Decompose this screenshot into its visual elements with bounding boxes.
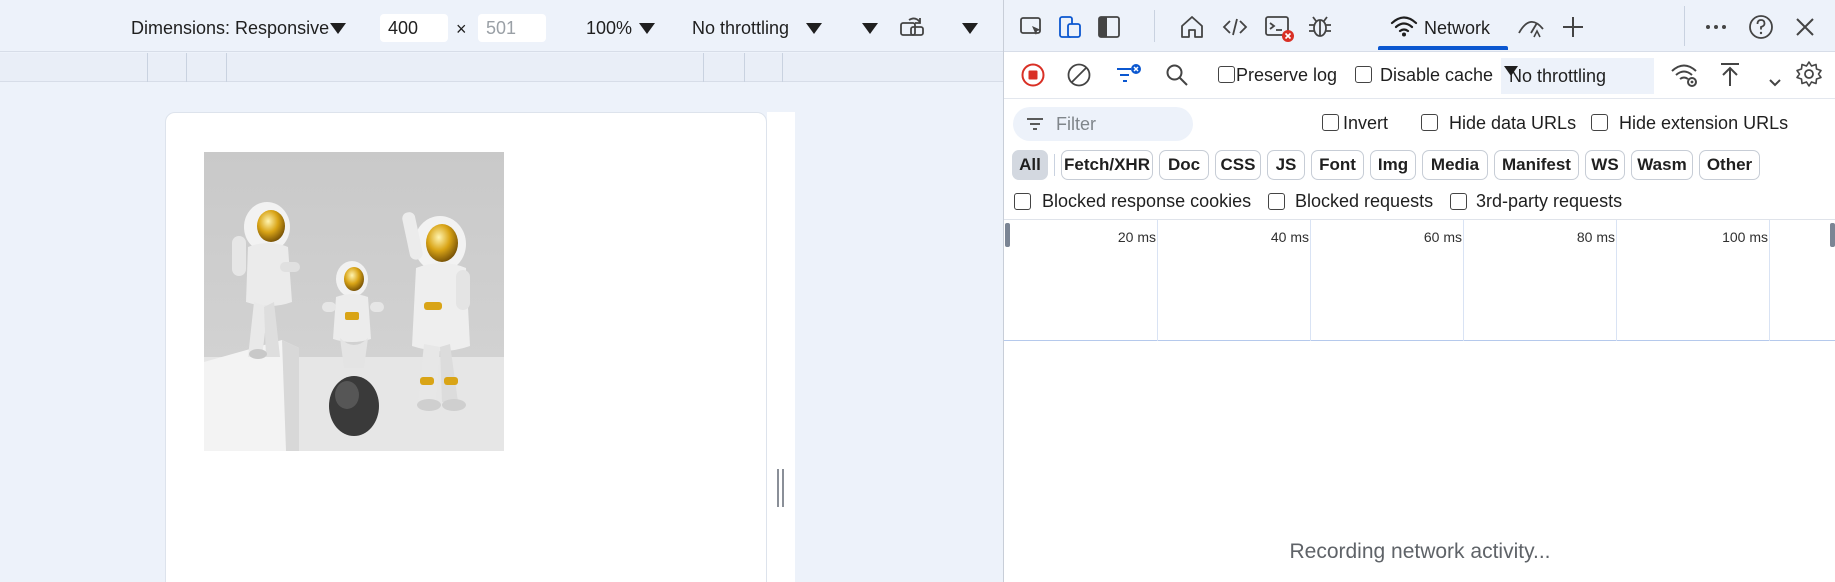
network-wifi-icon: [1390, 14, 1418, 38]
sources-icon[interactable]: [1306, 13, 1334, 41]
network-overview-timeline[interactable]: 20 ms 40 ms 60 ms 80 ms 100 ms: [1004, 219, 1835, 341]
device-toolbar: Dimensions: Responsive 400 × 501 100% No…: [0, 0, 1003, 52]
dimensions-dropdown[interactable]: Dimensions: Responsive: [131, 18, 329, 38]
filter-chip-other[interactable]: Other: [1699, 150, 1760, 180]
filter-chip-js[interactable]: JS: [1267, 150, 1305, 180]
filter-icon: [1026, 117, 1044, 131]
record-icon[interactable]: [1021, 63, 1045, 87]
dock-icon[interactable]: [1095, 13, 1123, 41]
disable-cache-checkbox[interactable]: [1355, 66, 1372, 83]
active-tab-indicator: [1378, 46, 1508, 50]
zoom-label: 100%: [586, 18, 633, 38]
filter-toggle-icon[interactable]: [1115, 63, 1143, 87]
filter-input[interactable]: Filter: [1013, 107, 1193, 141]
height-value: 501: [486, 18, 517, 38]
filter-placeholder: Filter: [1056, 114, 1096, 134]
preserve-log-checkbox[interactable]: [1218, 66, 1235, 83]
home-icon[interactable]: [1178, 13, 1206, 41]
settings-icon[interactable]: [1795, 60, 1823, 88]
timeline-tick-label: 80 ms: [1576, 229, 1615, 245]
filter-chip-css[interactable]: CSS: [1215, 150, 1261, 180]
help-icon[interactable]: [1747, 13, 1775, 41]
zoom-chevron-icon[interactable]: [639, 23, 655, 34]
inspect-icon[interactable]: [1018, 13, 1046, 41]
invert-checkbox[interactable]: [1322, 114, 1339, 131]
network-toolbar: Preserve log Disable cache No throttling: [1004, 53, 1835, 99]
timeline-tick-label: 40 ms: [1270, 229, 1309, 245]
filter-chip-doc[interactable]: Doc: [1159, 150, 1209, 180]
device-throttling-label: No throttling: [692, 18, 790, 38]
tab-network[interactable]: Network: [1378, 0, 1508, 52]
network-throttling-select[interactable]: No throttling: [1501, 58, 1654, 94]
times-symbol: ×: [456, 19, 467, 39]
preserve-log-label: Preserve log: [1236, 65, 1338, 85]
timeline-right-grip[interactable]: [1830, 223, 1835, 247]
rotate-icon[interactable]: [899, 16, 927, 38]
invert-label: Invert: [1343, 113, 1389, 133]
devtools-panel: Network Preserve log Disable cache No th…: [1003, 0, 1835, 582]
astronaut-figurines-image: [204, 152, 504, 451]
dimensions-chevron-icon[interactable]: [330, 23, 346, 34]
filter-chip-all[interactable]: All: [1012, 150, 1048, 180]
filter-chip-manifest[interactable]: Manifest: [1494, 150, 1579, 180]
more-options-chevron-icon[interactable]: [862, 23, 878, 34]
blocked-response-cookies-checkbox[interactable]: [1014, 193, 1031, 210]
hide-data-urls-label: Hide data URLs: [1449, 113, 1577, 133]
blocked-requests-label: Blocked requests: [1295, 191, 1434, 211]
network-throttling-label: No throttling: [1509, 66, 1607, 86]
filter-chip-fetch-xhr[interactable]: Fetch/XHR: [1061, 150, 1153, 180]
height-input[interactable]: 501: [478, 14, 546, 42]
recording-status-message: Recording network activity...: [1289, 540, 1551, 563]
import-icon[interactable]: [1718, 61, 1742, 89]
more-icon[interactable]: [1702, 13, 1730, 41]
disable-cache-label: Disable cache: [1380, 65, 1494, 85]
device-throttling-dropdown[interactable]: No throttling: [692, 18, 789, 38]
timeline-tick-label: 60 ms: [1423, 229, 1462, 245]
zoom-dropdown[interactable]: 100%: [586, 18, 632, 38]
resize-handle-icon[interactable]: [776, 469, 786, 507]
blocked-requests-checkbox[interactable]: [1268, 193, 1285, 210]
filter-chip-ws[interactable]: WS: [1585, 150, 1625, 180]
filter-chip-wasm[interactable]: Wasm: [1631, 150, 1693, 180]
network-tab-label: Network: [1424, 18, 1491, 38]
width-value: 400: [388, 18, 419, 38]
elements-icon[interactable]: [1221, 13, 1249, 41]
viewport-edge: [767, 112, 795, 582]
throttling-chevron-icon[interactable]: [806, 23, 822, 34]
search-icon[interactable]: [1164, 62, 1190, 88]
device-toolbar-icon[interactable]: [1056, 13, 1084, 41]
hide-extension-urls-label: Hide extension URLs: [1619, 113, 1789, 133]
export-icon[interactable]: [1769, 70, 1781, 88]
network-conditions-icon[interactable]: [1670, 61, 1700, 89]
blocked-response-cookies-label: Blocked response cookies: [1042, 191, 1252, 211]
timeline-tick-label: 100 ms: [1722, 229, 1768, 245]
toolbar-options-chevron-icon[interactable]: [962, 23, 978, 34]
performance-icon[interactable]: [1516, 13, 1544, 41]
timeline-tick-label: 20 ms: [1117, 229, 1156, 245]
dimensions-label: Dimensions: Responsive: [131, 18, 330, 38]
close-icon[interactable]: [1791, 13, 1819, 41]
third-party-requests-label: 3rd-party requests: [1476, 191, 1623, 211]
hide-extension-urls-checkbox[interactable]: [1591, 114, 1608, 131]
filter-chip-font[interactable]: Font: [1311, 150, 1364, 180]
third-party-requests-checkbox[interactable]: [1450, 193, 1467, 210]
timeline-left-grip[interactable]: [1005, 223, 1010, 247]
console-icon[interactable]: [1263, 13, 1294, 42]
filter-chip-media[interactable]: Media: [1422, 150, 1488, 180]
media-query-ruler[interactable]: [0, 53, 1003, 82]
devtools-main-toolbar: Network: [1004, 0, 1835, 52]
filter-chip-img[interactable]: Img: [1370, 150, 1416, 180]
hide-data-urls-checkbox[interactable]: [1421, 114, 1438, 131]
width-input[interactable]: 400: [380, 14, 448, 42]
clear-icon[interactable]: [1067, 63, 1091, 87]
add-icon[interactable]: [1559, 13, 1587, 41]
device-emulation-area: Dimensions: Responsive 400 × 501 100% No…: [0, 0, 1003, 582]
